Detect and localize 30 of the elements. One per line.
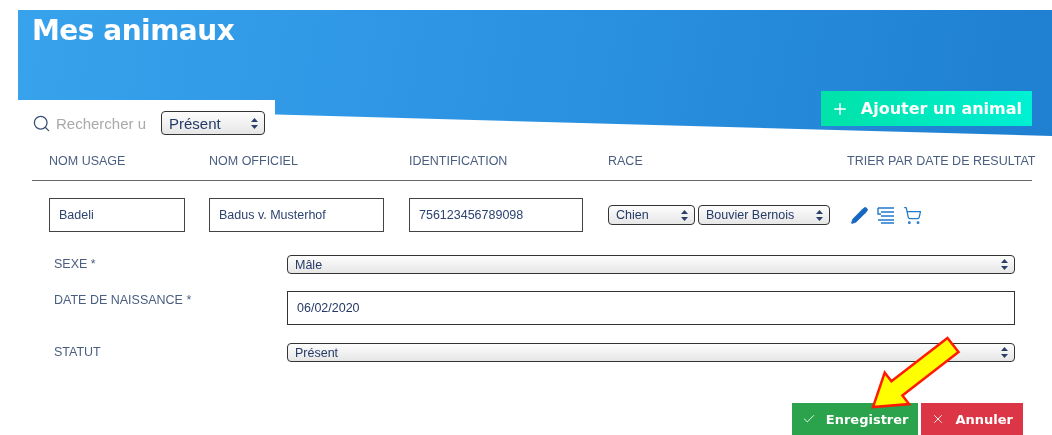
column-header: RACE	[608, 154, 643, 168]
column-header: IDENTIFICATION	[409, 154, 508, 168]
date-field[interactable]: 06/02/2020	[287, 291, 1015, 325]
check-icon	[801, 412, 816, 426]
updown-caret-icon	[681, 209, 688, 221]
updown-caret-icon	[251, 117, 258, 129]
identification-field[interactable]: 756123456789098	[409, 198, 583, 232]
dropdown-select[interactable]: Mâle	[287, 255, 1015, 274]
breed-select[interactable]: Bouvier Bernois	[698, 205, 830, 225]
species-select[interactable]: Chien	[608, 205, 695, 225]
field-label: SEXE *	[54, 256, 97, 271]
dropdown-select[interactable]: Présent	[287, 343, 1015, 362]
field-label: DATE DE NAISSANCE *	[54, 292, 193, 307]
list-icon[interactable]	[877, 206, 895, 224]
edit-icon[interactable]	[850, 205, 869, 225]
column-header: NOM OFFICIEL	[209, 154, 298, 168]
usage-name-field[interactable]: Badeli	[49, 198, 185, 232]
field-label: STATUT	[54, 344, 102, 359]
column-header: TRIER PAR DATE DE RESULTAT	[847, 154, 1037, 168]
updown-caret-icon	[1001, 259, 1008, 270]
updown-caret-icon	[1001, 347, 1008, 358]
search-field[interactable]: Rechercher u	[56, 114, 156, 132]
search-icon	[32, 113, 51, 133]
page-title: Mes animaux	[32, 14, 236, 47]
updown-caret-icon	[816, 209, 823, 221]
cancel-button[interactable]: Annuler	[921, 403, 1023, 435]
status-filter-select[interactable]: Présent	[161, 111, 265, 135]
official-name-field[interactable]: Badus v. Musterhof	[209, 198, 384, 232]
column-header: NOM USAGE	[49, 154, 126, 168]
cart-icon[interactable]	[903, 205, 922, 225]
